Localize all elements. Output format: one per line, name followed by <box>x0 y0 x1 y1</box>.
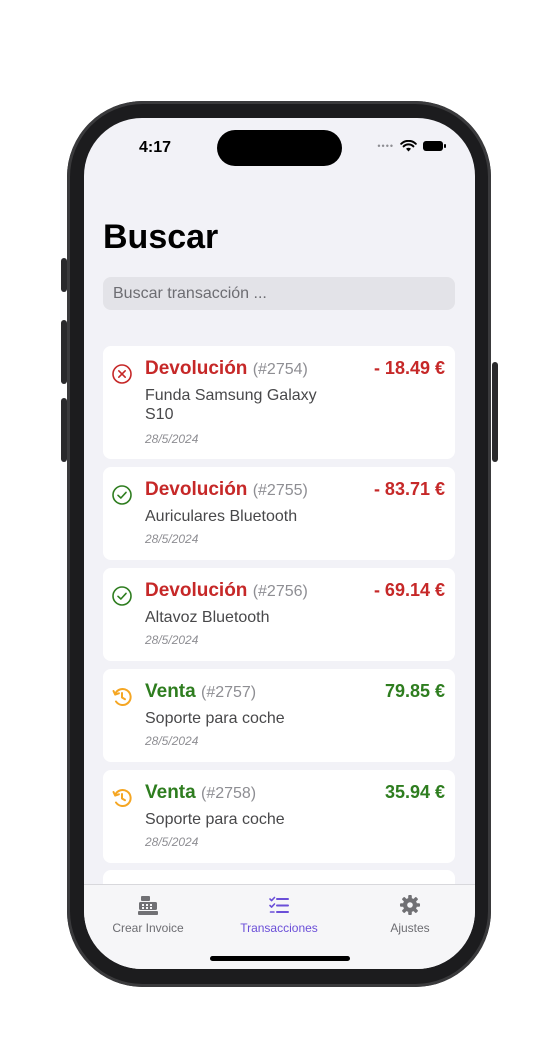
transaction-type: Devolución (#2755) <box>145 479 308 501</box>
check-circle-icon <box>112 586 132 606</box>
history-icon <box>112 789 132 807</box>
transaction-type-label: Venta <box>145 681 196 702</box>
status-icons: •••• <box>377 140 446 152</box>
tab-label: Crear Invoice <box>112 921 184 935</box>
tab-ajustes[interactable]: Ajustes <box>350 893 470 935</box>
transaction-type: Devolución (#2754) <box>145 358 308 380</box>
home-indicator[interactable] <box>210 956 350 961</box>
page-title: Buscar <box>103 218 219 256</box>
transaction-amount: - 69.14 € <box>373 580 445 600</box>
transaction-product: Altavoz Bluetooth <box>145 609 270 626</box>
search-input[interactable] <box>103 277 455 310</box>
checklist-icon <box>269 896 289 913</box>
transaction-amount: 79.85 € <box>384 681 445 701</box>
x-circle-icon <box>112 364 132 384</box>
transaction-id: (#2758) <box>200 785 257 802</box>
dynamic-island <box>217 130 342 166</box>
transaction-date: 28/5/2024 <box>145 633 199 647</box>
gear-icon <box>400 895 420 915</box>
cash-register-icon <box>138 896 158 915</box>
transaction-product: Soporte para coche <box>145 811 285 828</box>
transaction-id: (#2757) <box>200 684 257 701</box>
wifi-icon <box>400 140 417 152</box>
transaction-card[interactable]: Devolución (#2755) - 83.71 € Auriculares… <box>103 467 455 560</box>
transaction-date: 28/5/2024 <box>145 734 199 748</box>
transaction-card[interactable]: Devolución (#2756) - 69.14 € Altavoz Blu… <box>103 568 455 661</box>
transaction-id: (#2755) <box>252 482 308 499</box>
transaction-product: Soporte para coche <box>145 710 285 727</box>
transaction-id: (#2754) <box>252 361 308 378</box>
transaction-type-label: Venta <box>145 782 196 803</box>
check-circle-icon <box>112 485 132 505</box>
tab-label: Ajustes <box>390 921 430 935</box>
transaction-product: Funda Samsung Galaxy S10 <box>145 387 317 423</box>
power-button <box>492 362 498 462</box>
transaction-amount: - 83.71 € <box>373 479 445 499</box>
transaction-card[interactable]: Venta (#2757) 79.85 € Soporte para coche… <box>103 669 455 762</box>
app-screen: 4:17 •••• Buscar Devolución (#2754) - 18… <box>84 118 475 969</box>
transaction-type-label: Devolución <box>145 580 248 601</box>
transaction-date: 28/5/2024 <box>145 835 199 849</box>
transaction-type: Devolución (#2756) <box>145 580 308 602</box>
transaction-date: 28/5/2024 <box>145 532 199 546</box>
tab-crear-invoice[interactable]: Crear Invoice <box>88 893 208 935</box>
transaction-type-label: Devolución <box>145 479 248 500</box>
transaction-type: Venta (#2758) <box>145 782 256 804</box>
signal-icon: •••• <box>377 141 394 151</box>
transaction-card[interactable]: Devolución (#2754) - 18.49 € Funda Samsu… <box>103 346 455 459</box>
transaction-id: (#2756) <box>252 583 308 600</box>
transaction-type-label: Devolución <box>145 358 248 379</box>
history-icon <box>112 688 132 706</box>
tab-label: Transacciones <box>240 921 318 935</box>
transaction-card[interactable]: Venta (#2758) 35.94 € Soporte para coche… <box>103 770 455 863</box>
transaction-type: Venta (#2757) <box>145 681 256 703</box>
status-time: 4:17 <box>139 139 172 156</box>
tab-transacciones[interactable]: Transacciones <box>219 893 339 935</box>
transaction-amount: - 18.49 € <box>373 358 445 378</box>
transaction-date: 28/5/2024 <box>145 432 199 446</box>
transaction-product: Auriculares Bluetooth <box>145 508 298 525</box>
battery-icon <box>423 141 446 151</box>
transaction-amount: 35.94 € <box>384 782 445 802</box>
